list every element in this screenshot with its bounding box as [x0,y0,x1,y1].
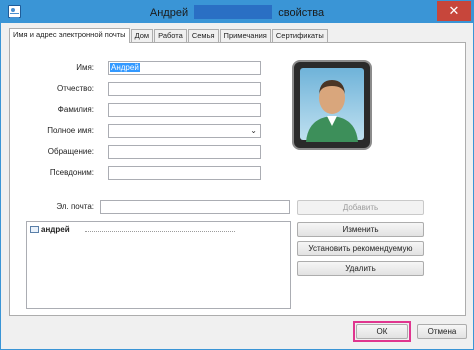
first-name-label: Имя: [76,63,94,72]
title-field[interactable] [108,145,261,159]
title-name: Андрей [149,7,189,19]
tab-panel: Имя: Андрей Отчество: Фамилия: Полное им… [9,42,466,316]
mail-icon [30,226,39,233]
last-name-field[interactable] [108,103,261,117]
middle-name-field[interactable] [108,82,261,96]
chevron-down-icon[interactable]: ⌄ [250,125,257,137]
selection-outline [85,231,235,232]
first-name-field[interactable]: Андрей [108,61,261,75]
window-title: Андрей свойства [1,5,473,19]
full-name-select[interactable]: ⌄ [108,124,261,138]
set-default-button[interactable]: Установить рекомендуемую [297,241,424,256]
title-bar[interactable]: Андрей свойства ✕ [1,1,473,23]
email-address: андрей [41,225,70,234]
cancel-button[interactable]: Отмена [417,324,467,339]
tab-home[interactable]: Дом [130,29,154,42]
edit-button[interactable]: Изменить [297,222,424,237]
remove-button[interactable]: Удалить [297,261,424,276]
title-suffix: свойства [278,7,325,19]
email-input[interactable] [100,200,290,214]
nickname-label: Псевдоним: [49,168,94,177]
tab-certificates[interactable]: Сертификаты [271,29,328,42]
middle-name-label: Отчество: [57,84,94,93]
first-name-value: Андрей [110,63,140,72]
contact-picture[interactable] [292,60,372,150]
close-button[interactable]: ✕ [437,1,471,21]
last-name-label: Фамилия: [57,105,94,114]
nickname-field[interactable] [108,166,261,180]
contact-properties-window: Андрей свойства ✕ Имя и адрес электронно… [0,0,474,350]
tab-strip: Имя и адрес электронной почты Дом Работа… [9,28,329,43]
ok-button[interactable]: ОК [356,324,408,339]
tab-name-email[interactable]: Имя и адрес электронной почты [9,28,130,43]
title-label: Обращение: [47,147,94,156]
tab-work[interactable]: Работа [154,29,187,42]
tab-notes[interactable]: Примечания [219,29,271,42]
email-list[interactable]: андрей [26,221,291,309]
redacted-block [194,5,273,19]
add-button[interactable]: Добавить [297,200,424,215]
contact-avatar-icon [306,80,358,142]
tab-family[interactable]: Семья [187,29,219,42]
list-item[interactable]: андрей [30,225,70,234]
email-label: Эл. почта: [56,202,94,211]
full-name-label: Полное имя: [47,126,94,135]
close-icon: ✕ [448,3,460,18]
